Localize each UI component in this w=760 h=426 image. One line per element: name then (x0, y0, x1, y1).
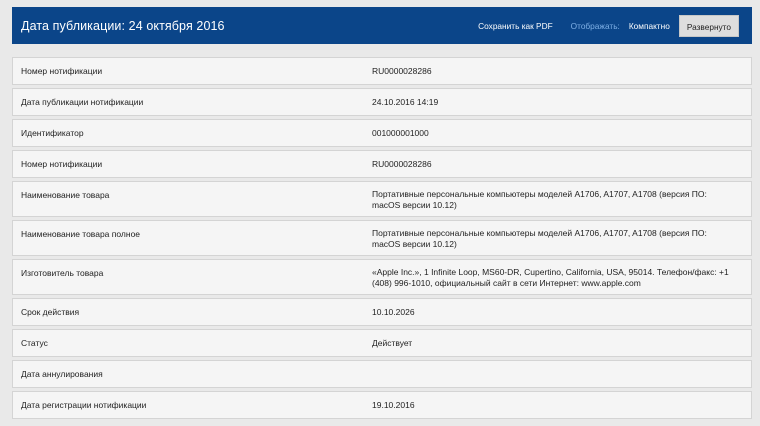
detail-label: Наименование товара полное (21, 229, 141, 239)
detail-row-manufacturer: Изготовитель товара «Apple Inc.», 1 Infi… (12, 259, 752, 295)
publication-header: Дата публикации: 24 октября 2016 Сохрани… (12, 7, 752, 44)
detail-label: Дата регистрации нотификации (21, 400, 147, 410)
detail-value: «Apple Inc.», 1 Infinite Loop, MS60-DR, … (372, 267, 729, 288)
detail-row-registration-date: Дата регистрации нотификации 19.10.2016 (12, 391, 752, 419)
detail-label: Наименование товара (21, 190, 110, 200)
detail-value: Портативные персональные компьютеры моде… (372, 189, 707, 210)
detail-value: RU0000028286 (372, 65, 432, 76)
detail-value: 001000001000 (372, 127, 429, 138)
detail-value: 24.10.2016 14:19 (372, 96, 439, 107)
notification-page: Дата публикации: 24 октября 2016 Сохрани… (0, 0, 760, 426)
expanded-mode-button[interactable]: Развернуто (678, 14, 739, 37)
detail-label: Дата аннулирования (21, 369, 103, 379)
detail-row-notification-number: Номер нотификации RU0000028286 (12, 57, 752, 85)
detail-row-notification-number-2: Номер нотификации RU0000028286 (12, 150, 752, 178)
detail-label: Срок действия (21, 307, 80, 317)
detail-row-publication-date: Дата публикации нотификации 24.10.2016 1… (12, 88, 752, 116)
save-as-pdf-link[interactable]: Сохранить как PDF (478, 21, 553, 31)
detail-row-product-full-name: Наименование товара полное Портативные п… (12, 220, 752, 256)
detail-label: Номер нотификации (21, 66, 103, 76)
detail-value: Портативные персональные компьютеры моде… (372, 228, 707, 249)
detail-label: Изготовитель товара (21, 268, 104, 278)
publication-date-title: Дата публикации: 24 октября 2016 (21, 18, 225, 33)
compact-mode-link[interactable]: Компактно (629, 21, 670, 31)
notification-details-list: Номер нотификации RU0000028286 Дата публ… (12, 57, 752, 422)
detail-row-status: Статус Действует (12, 329, 752, 357)
detail-value: 10.10.2026 (372, 306, 415, 317)
detail-row-cancellation-date: Дата аннулирования (12, 360, 752, 388)
display-mode-label: Отображать: (570, 20, 620, 31)
detail-value: 19.10.2016 (372, 399, 415, 410)
detail-row-identifier: Идентификатор 001000001000 (12, 119, 752, 147)
detail-label: Номер нотификации (21, 159, 103, 169)
detail-value: RU0000028286 (372, 158, 432, 169)
detail-row-product-name: Наименование товара Портативные персонал… (12, 181, 752, 217)
detail-label: Дата публикации нотификации (21, 97, 144, 107)
detail-value: Действует (372, 337, 413, 348)
detail-label: Идентификатор (21, 128, 84, 138)
detail-row-validity-period: Срок действия 10.10.2026 (12, 298, 752, 326)
detail-value (372, 361, 733, 387)
detail-label: Статус (21, 338, 48, 348)
